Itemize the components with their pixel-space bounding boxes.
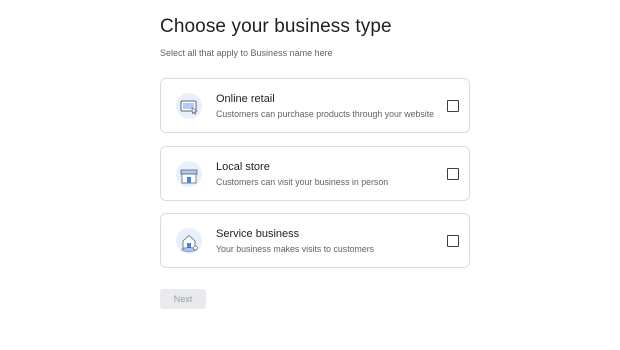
option-local-store[interactable]: Local store Customers can visit your bus… bbox=[160, 146, 470, 201]
online-retail-checkbox[interactable] bbox=[447, 100, 459, 112]
page-subtitle: Select all that apply to Business name h… bbox=[160, 48, 333, 58]
online-retail-icon bbox=[176, 93, 202, 119]
local-store-icon bbox=[176, 161, 202, 187]
option-online-retail[interactable]: Online retail Customers can purchase pro… bbox=[160, 78, 470, 133]
option-title: Online retail bbox=[216, 93, 275, 105]
option-service-business[interactable]: Service business Your business makes vis… bbox=[160, 213, 470, 268]
next-button[interactable]: Next bbox=[160, 289, 206, 309]
option-description: Customers can purchase products through … bbox=[216, 109, 435, 119]
page-title: Choose your business type bbox=[160, 16, 392, 37]
local-store-checkbox[interactable] bbox=[447, 168, 459, 180]
option-description: Customers can visit your business in per… bbox=[216, 177, 389, 187]
service-business-icon bbox=[176, 228, 202, 254]
option-description: Your business makes visits to customers bbox=[216, 244, 375, 254]
service-business-checkbox[interactable] bbox=[447, 235, 459, 247]
option-title: Local store bbox=[216, 161, 270, 173]
option-title: Service business bbox=[216, 228, 300, 240]
